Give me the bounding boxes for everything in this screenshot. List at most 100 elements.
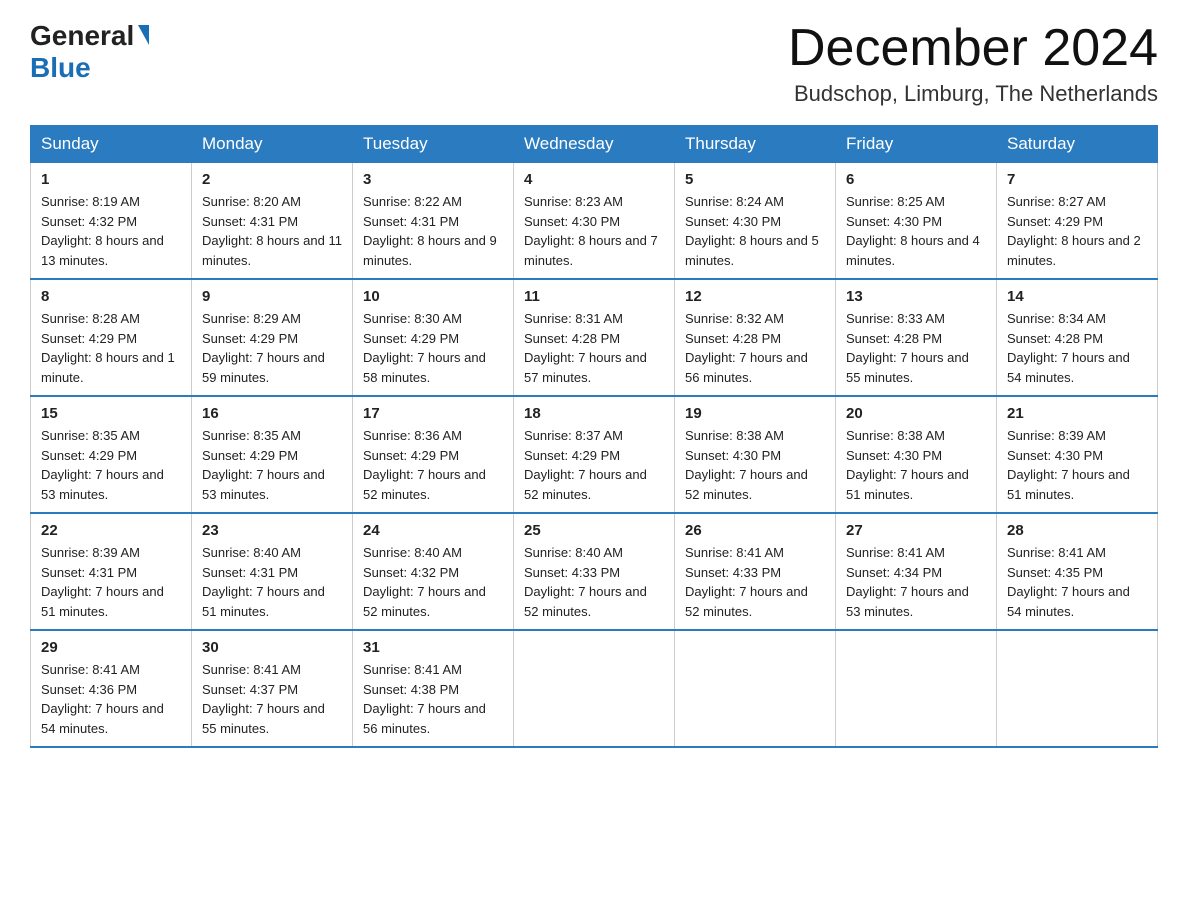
day-number: 18	[524, 405, 664, 422]
day-info: Sunrise: 8:34 AMSunset: 4:28 PMDaylight:…	[1007, 311, 1130, 385]
day-number: 1	[41, 171, 181, 188]
day-info: Sunrise: 8:23 AMSunset: 4:30 PMDaylight:…	[524, 194, 658, 268]
day-info: Sunrise: 8:32 AMSunset: 4:28 PMDaylight:…	[685, 311, 808, 385]
day-info: Sunrise: 8:39 AMSunset: 4:31 PMDaylight:…	[41, 545, 164, 619]
day-info: Sunrise: 8:40 AMSunset: 4:33 PMDaylight:…	[524, 545, 647, 619]
calendar-week-row: 22 Sunrise: 8:39 AMSunset: 4:31 PMDaylig…	[31, 513, 1158, 630]
calendar-cell: 18 Sunrise: 8:37 AMSunset: 4:29 PMDaylig…	[514, 396, 675, 513]
day-number: 15	[41, 405, 181, 422]
calendar-cell: 10 Sunrise: 8:30 AMSunset: 4:29 PMDaylig…	[353, 279, 514, 396]
day-number: 25	[524, 522, 664, 539]
calendar-cell: 13 Sunrise: 8:33 AMSunset: 4:28 PMDaylig…	[836, 279, 997, 396]
col-monday: Monday	[192, 126, 353, 163]
calendar-cell: 2 Sunrise: 8:20 AMSunset: 4:31 PMDayligh…	[192, 163, 353, 280]
calendar-table: Sunday Monday Tuesday Wednesday Thursday…	[30, 125, 1158, 748]
day-info: Sunrise: 8:36 AMSunset: 4:29 PMDaylight:…	[363, 428, 486, 502]
day-number: 24	[363, 522, 503, 539]
day-info: Sunrise: 8:38 AMSunset: 4:30 PMDaylight:…	[846, 428, 969, 502]
calendar-cell: 19 Sunrise: 8:38 AMSunset: 4:30 PMDaylig…	[675, 396, 836, 513]
day-number: 3	[363, 171, 503, 188]
day-number: 6	[846, 171, 986, 188]
day-info: Sunrise: 8:41 AMSunset: 4:33 PMDaylight:…	[685, 545, 808, 619]
day-info: Sunrise: 8:20 AMSunset: 4:31 PMDaylight:…	[202, 194, 342, 268]
day-info: Sunrise: 8:35 AMSunset: 4:29 PMDaylight:…	[41, 428, 164, 502]
calendar-cell: 5 Sunrise: 8:24 AMSunset: 4:30 PMDayligh…	[675, 163, 836, 280]
col-thursday: Thursday	[675, 126, 836, 163]
day-number: 14	[1007, 288, 1147, 305]
calendar-header-row: Sunday Monday Tuesday Wednesday Thursday…	[31, 126, 1158, 163]
day-info: Sunrise: 8:33 AMSunset: 4:28 PMDaylight:…	[846, 311, 969, 385]
calendar-cell: 8 Sunrise: 8:28 AMSunset: 4:29 PMDayligh…	[31, 279, 192, 396]
logo-blue: Blue	[30, 52, 91, 83]
day-info: Sunrise: 8:40 AMSunset: 4:32 PMDaylight:…	[363, 545, 486, 619]
calendar-cell: 25 Sunrise: 8:40 AMSunset: 4:33 PMDaylig…	[514, 513, 675, 630]
day-number: 13	[846, 288, 986, 305]
day-number: 2	[202, 171, 342, 188]
calendar-cell: 31 Sunrise: 8:41 AMSunset: 4:38 PMDaylig…	[353, 630, 514, 747]
calendar-cell: 21 Sunrise: 8:39 AMSunset: 4:30 PMDaylig…	[997, 396, 1158, 513]
logo: General Blue	[30, 20, 149, 84]
day-info: Sunrise: 8:41 AMSunset: 4:35 PMDaylight:…	[1007, 545, 1130, 619]
day-number: 4	[524, 171, 664, 188]
calendar-cell: 24 Sunrise: 8:40 AMSunset: 4:32 PMDaylig…	[353, 513, 514, 630]
calendar-cell: 12 Sunrise: 8:32 AMSunset: 4:28 PMDaylig…	[675, 279, 836, 396]
location-title: Budschop, Limburg, The Netherlands	[788, 81, 1158, 107]
col-saturday: Saturday	[997, 126, 1158, 163]
day-info: Sunrise: 8:41 AMSunset: 4:37 PMDaylight:…	[202, 662, 325, 736]
day-number: 10	[363, 288, 503, 305]
calendar-cell: 28 Sunrise: 8:41 AMSunset: 4:35 PMDaylig…	[997, 513, 1158, 630]
title-block: December 2024 Budschop, Limburg, The Net…	[788, 20, 1158, 107]
col-friday: Friday	[836, 126, 997, 163]
calendar-cell	[514, 630, 675, 747]
day-info: Sunrise: 8:24 AMSunset: 4:30 PMDaylight:…	[685, 194, 819, 268]
calendar-cell: 7 Sunrise: 8:27 AMSunset: 4:29 PMDayligh…	[997, 163, 1158, 280]
day-number: 9	[202, 288, 342, 305]
day-number: 17	[363, 405, 503, 422]
day-info: Sunrise: 8:25 AMSunset: 4:30 PMDaylight:…	[846, 194, 980, 268]
day-number: 23	[202, 522, 342, 539]
day-number: 19	[685, 405, 825, 422]
calendar-cell: 4 Sunrise: 8:23 AMSunset: 4:30 PMDayligh…	[514, 163, 675, 280]
calendar-cell: 1 Sunrise: 8:19 AMSunset: 4:32 PMDayligh…	[31, 163, 192, 280]
day-info: Sunrise: 8:29 AMSunset: 4:29 PMDaylight:…	[202, 311, 325, 385]
day-number: 11	[524, 288, 664, 305]
day-info: Sunrise: 8:31 AMSunset: 4:28 PMDaylight:…	[524, 311, 647, 385]
day-info: Sunrise: 8:22 AMSunset: 4:31 PMDaylight:…	[363, 194, 497, 268]
day-info: Sunrise: 8:19 AMSunset: 4:32 PMDaylight:…	[41, 194, 164, 268]
col-wednesday: Wednesday	[514, 126, 675, 163]
day-info: Sunrise: 8:40 AMSunset: 4:31 PMDaylight:…	[202, 545, 325, 619]
day-number: 7	[1007, 171, 1147, 188]
logo-general: General	[30, 20, 134, 52]
day-info: Sunrise: 8:35 AMSunset: 4:29 PMDaylight:…	[202, 428, 325, 502]
month-title: December 2024	[788, 20, 1158, 77]
calendar-week-row: 15 Sunrise: 8:35 AMSunset: 4:29 PMDaylig…	[31, 396, 1158, 513]
calendar-cell: 17 Sunrise: 8:36 AMSunset: 4:29 PMDaylig…	[353, 396, 514, 513]
calendar-cell: 23 Sunrise: 8:40 AMSunset: 4:31 PMDaylig…	[192, 513, 353, 630]
day-info: Sunrise: 8:41 AMSunset: 4:36 PMDaylight:…	[41, 662, 164, 736]
calendar-cell: 11 Sunrise: 8:31 AMSunset: 4:28 PMDaylig…	[514, 279, 675, 396]
day-info: Sunrise: 8:41 AMSunset: 4:34 PMDaylight:…	[846, 545, 969, 619]
calendar-cell: 15 Sunrise: 8:35 AMSunset: 4:29 PMDaylig…	[31, 396, 192, 513]
day-number: 22	[41, 522, 181, 539]
calendar-week-row: 8 Sunrise: 8:28 AMSunset: 4:29 PMDayligh…	[31, 279, 1158, 396]
calendar-cell: 29 Sunrise: 8:41 AMSunset: 4:36 PMDaylig…	[31, 630, 192, 747]
day-info: Sunrise: 8:39 AMSunset: 4:30 PMDaylight:…	[1007, 428, 1130, 502]
calendar-cell	[675, 630, 836, 747]
logo-arrow-icon	[138, 25, 149, 45]
calendar-cell: 26 Sunrise: 8:41 AMSunset: 4:33 PMDaylig…	[675, 513, 836, 630]
day-info: Sunrise: 8:28 AMSunset: 4:29 PMDaylight:…	[41, 311, 175, 385]
calendar-cell	[836, 630, 997, 747]
day-number: 20	[846, 405, 986, 422]
day-number: 27	[846, 522, 986, 539]
calendar-cell	[997, 630, 1158, 747]
day-number: 5	[685, 171, 825, 188]
col-sunday: Sunday	[31, 126, 192, 163]
day-number: 8	[41, 288, 181, 305]
day-number: 31	[363, 639, 503, 656]
calendar-cell: 9 Sunrise: 8:29 AMSunset: 4:29 PMDayligh…	[192, 279, 353, 396]
day-number: 29	[41, 639, 181, 656]
day-number: 12	[685, 288, 825, 305]
day-info: Sunrise: 8:37 AMSunset: 4:29 PMDaylight:…	[524, 428, 647, 502]
day-info: Sunrise: 8:27 AMSunset: 4:29 PMDaylight:…	[1007, 194, 1141, 268]
day-number: 28	[1007, 522, 1147, 539]
